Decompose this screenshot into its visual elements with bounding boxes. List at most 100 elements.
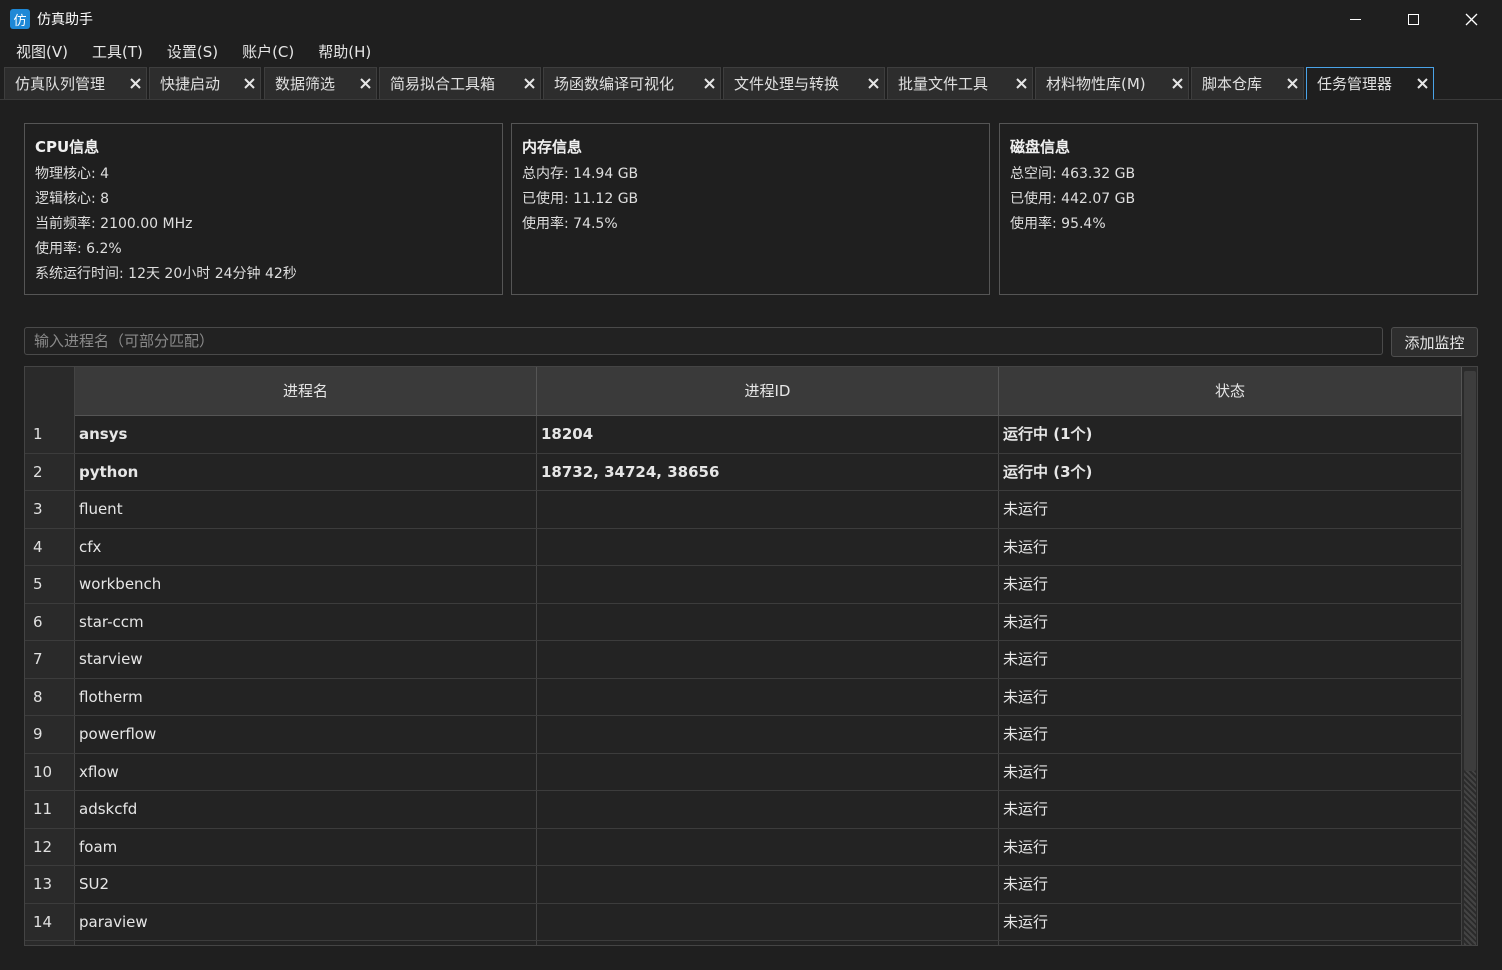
- status-cell: 未运行: [999, 566, 1462, 603]
- process-id-cell: 18204: [537, 416, 999, 453]
- status-cell: 未运行: [999, 716, 1462, 753]
- table-vertical-scrollbar[interactable]: [1462, 367, 1477, 945]
- table-row[interactable]: 7 starview 未运行: [25, 641, 1462, 679]
- tab-close-button[interactable]: [128, 76, 142, 90]
- table-row[interactable]: 15: [25, 941, 1462, 945]
- column-header-process-name[interactable]: 进程名: [75, 367, 537, 416]
- table-row[interactable]: 4 cfx 未运行: [25, 528, 1462, 566]
- process-name-cell: cfx: [75, 528, 537, 565]
- tab-close-button[interactable]: [1170, 76, 1184, 90]
- table-row[interactable]: 8 flotherm 未运行: [25, 678, 1462, 716]
- status-cell: 未运行: [999, 753, 1462, 790]
- status-cell: 未运行: [999, 903, 1462, 940]
- tab-label: 场函数编译可视化: [554, 75, 675, 93]
- close-window-button[interactable]: [1442, 0, 1500, 38]
- menu-bar: 视图(V) 工具(T) 设置(S) 账户(C) 帮助(H): [0, 38, 1502, 66]
- menu-tools[interactable]: 工具(T): [80, 38, 155, 66]
- tab-label: 批量文件工具: [898, 75, 989, 93]
- tab-material-library[interactable]: 材料物性库(M): [1035, 67, 1189, 99]
- tab-bar: 仿真队列管理 快捷启动 数据筛选 简易拟合工具箱 场函数编译可视化 文件处理与转…: [0, 67, 1502, 100]
- process-name-cell: SU2: [75, 866, 537, 903]
- tab-file-conversion[interactable]: 文件处理与转换: [723, 67, 885, 99]
- tab-label: 脚本仓库: [1202, 75, 1263, 93]
- scrollbar-thumb[interactable]: [1464, 371, 1476, 771]
- menu-view[interactable]: 视图(V): [4, 38, 80, 66]
- table-row[interactable]: 6 star-ccm 未运行: [25, 603, 1462, 641]
- process-name-input[interactable]: [24, 327, 1383, 355]
- tab-close-button[interactable]: [242, 76, 256, 90]
- tab-close-button[interactable]: [1415, 76, 1429, 90]
- tab-field-function[interactable]: 场函数编译可视化: [543, 67, 721, 99]
- close-icon: [129, 77, 141, 89]
- process-table: 进程名 进程ID 状态 1 ansys 18204 运行中 (1个) 2 pyt…: [24, 366, 1478, 946]
- status-cell: 运行中 (1个): [999, 416, 1462, 453]
- process-id-cell: [537, 641, 999, 678]
- disk-info-title: 磁盘信息: [1010, 138, 1071, 156]
- process-name-cell: workbench: [75, 566, 537, 603]
- window-title: 仿真助手: [37, 12, 93, 28]
- table-row[interactable]: 14 paraview 未运行: [25, 903, 1462, 941]
- status-cell: 未运行: [999, 528, 1462, 565]
- status-cell: 未运行: [999, 678, 1462, 715]
- table-row[interactable]: 12 foam 未运行: [25, 828, 1462, 866]
- menu-settings[interactable]: 设置(S): [155, 38, 230, 66]
- tab-label: 材料物性库(M): [1046, 75, 1146, 93]
- tab-close-button[interactable]: [702, 76, 716, 90]
- tab-batch-file[interactable]: 批量文件工具: [887, 67, 1033, 99]
- close-icon: [867, 77, 879, 89]
- process-id-cell: [537, 716, 999, 753]
- row-number: 12: [25, 828, 75, 865]
- tab-close-button[interactable]: [1014, 76, 1028, 90]
- memory-info-title: 内存信息: [522, 138, 583, 156]
- tab-task-manager[interactable]: 任务管理器: [1306, 67, 1434, 100]
- add-monitor-button[interactable]: 添加监控: [1391, 327, 1478, 357]
- menu-help[interactable]: 帮助(H): [306, 38, 383, 66]
- tab-label: 简易拟合工具箱: [390, 75, 496, 93]
- table-row[interactable]: 1 ansys 18204 运行中 (1个): [25, 416, 1462, 454]
- process-id-cell: [537, 566, 999, 603]
- tab-data-filter[interactable]: 数据筛选: [264, 67, 377, 99]
- minimize-button[interactable]: [1326, 0, 1384, 38]
- process-id-cell: [537, 866, 999, 903]
- scrollbar-track[interactable]: [1464, 771, 1476, 945]
- row-number: 2: [25, 453, 75, 490]
- cpu-usage: 使用率: 6.2%: [35, 241, 122, 257]
- column-header-process-id[interactable]: 进程ID: [537, 367, 999, 416]
- row-number: 5: [25, 566, 75, 603]
- table-row[interactable]: 2 python 18732, 34724, 38656 运行中 (3个): [25, 453, 1462, 491]
- process-name-cell: foam: [75, 828, 537, 865]
- process-id-cell: [537, 903, 999, 940]
- process-id-cell: 18732, 34724, 38656: [537, 453, 999, 490]
- tab-fitting-toolbox[interactable]: 简易拟合工具箱: [379, 67, 541, 99]
- process-name-cell: adskcfd: [75, 791, 537, 828]
- table-row[interactable]: 3 fluent 未运行: [25, 491, 1462, 529]
- row-number: 7: [25, 641, 75, 678]
- process-name-cell: star-ccm: [75, 603, 537, 640]
- tab-close-button[interactable]: [866, 76, 880, 90]
- tab-sim-queue[interactable]: 仿真队列管理: [4, 67, 147, 99]
- tab-script-repo[interactable]: 脚本仓库: [1191, 67, 1304, 99]
- table-row[interactable]: 5 workbench 未运行: [25, 566, 1462, 604]
- row-number: 10: [25, 753, 75, 790]
- tab-quick-launch[interactable]: 快捷启动: [149, 67, 261, 99]
- process-id-cell: [537, 603, 999, 640]
- tab-close-button[interactable]: [522, 76, 536, 90]
- table-row[interactable]: 11 adskcfd 未运行: [25, 791, 1462, 829]
- tab-label: 快捷启动: [160, 75, 221, 93]
- maximize-button[interactable]: [1384, 0, 1442, 38]
- tab-close-button[interactable]: [1285, 76, 1299, 90]
- tab-label: 数据筛选: [275, 75, 336, 93]
- row-number: 6: [25, 603, 75, 640]
- table-row[interactable]: 10 xflow 未运行: [25, 753, 1462, 791]
- process-name-cell: ansys: [75, 416, 537, 453]
- table-row[interactable]: 9 powerflow 未运行: [25, 716, 1462, 754]
- menu-account[interactable]: 账户(C): [230, 38, 306, 66]
- process-id-cell: [537, 678, 999, 715]
- table-row[interactable]: 13 SU2 未运行: [25, 866, 1462, 904]
- column-header-status[interactable]: 状态: [999, 367, 1462, 416]
- cpu-logical-cores: 逻辑核心: 8: [35, 191, 110, 207]
- close-icon: [1465, 13, 1477, 25]
- tab-label: 任务管理器: [1317, 75, 1393, 93]
- close-icon: [359, 77, 371, 89]
- tab-close-button[interactable]: [358, 76, 372, 90]
